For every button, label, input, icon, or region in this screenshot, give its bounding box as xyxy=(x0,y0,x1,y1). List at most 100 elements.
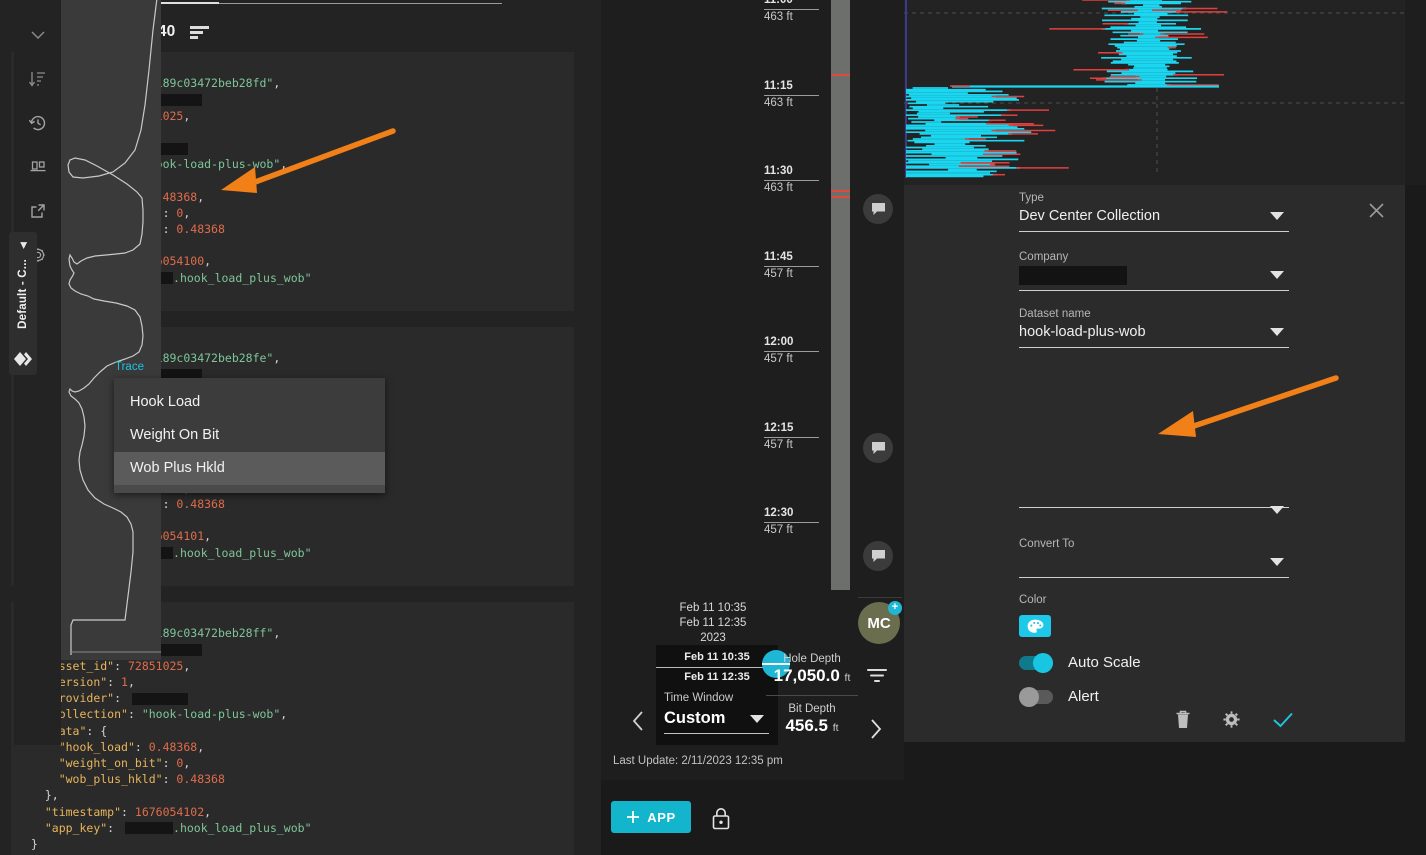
plus-icon xyxy=(627,811,640,823)
axis-tick-time: 11:00 xyxy=(764,0,793,6)
company-field[interactable]: Company xyxy=(1019,250,1289,291)
caret-down-icon[interactable] xyxy=(1270,506,1284,515)
json-line: "provider": xyxy=(11,690,574,706)
axis-tick: 12:30 457 ft xyxy=(764,507,822,537)
history-icon[interactable] xyxy=(25,110,51,136)
hidden-field[interactable] xyxy=(1019,485,1289,514)
caret-right-icon: ◀ xyxy=(17,242,28,249)
depth-trace-chart[interactable] xyxy=(61,0,161,660)
time-window-control[interactable]: Feb 11 10:35 Feb 11 12:35 Time Window Cu… xyxy=(656,645,778,745)
avatar-add-badge[interactable]: + xyxy=(888,601,902,615)
divider xyxy=(664,733,769,734)
comment-bubble-icon[interactable] xyxy=(863,541,893,571)
redacted-value xyxy=(125,822,174,835)
filter-icon[interactable] xyxy=(866,668,888,684)
json-line: } xyxy=(31,836,38,851)
caret-down-icon[interactable] xyxy=(750,715,764,724)
alert-row: Alert xyxy=(1019,686,1099,707)
bit-depth-label: Bit Depth xyxy=(788,703,836,715)
last-update-text: Last Update: 2/11/2023 12:35 pm xyxy=(613,755,783,767)
divider xyxy=(766,695,858,696)
export-icon[interactable] xyxy=(25,198,51,224)
axis-tick: 11:00 463 ft xyxy=(764,0,822,24)
trace-option[interactable]: Weight On Bit xyxy=(114,419,385,452)
chevron-left-icon[interactable] xyxy=(630,710,646,732)
app-root: Query Results: 1 - 40 { "_id": "6453c018… xyxy=(0,0,1426,855)
time-range-readout: Feb 11 10:35 Feb 11 12:35 2023 xyxy=(664,598,762,645)
alert-toggle[interactable] xyxy=(1019,686,1053,707)
json-line: "app_key": .hook_load_plus_wob" xyxy=(44,820,312,835)
redacted-value xyxy=(1019,265,1127,285)
time-window-value[interactable]: Custom xyxy=(664,709,725,728)
close-icon[interactable] xyxy=(1368,202,1385,219)
type-field[interactable]: Type Dev Center Collection xyxy=(1019,191,1289,232)
check-icon[interactable] xyxy=(1272,711,1294,729)
axis-tick-rule xyxy=(764,94,819,96)
axis-tick-rule xyxy=(764,436,819,438)
dataset-name-field[interactable]: Dataset name hook-load-plus-wob xyxy=(1019,307,1289,348)
axis-tick-rule xyxy=(764,9,819,10)
json-line: "timestamp": 1676054102, xyxy=(44,804,212,819)
axis-tick-time: 11:30 xyxy=(764,165,793,177)
comment-bubble-icon[interactable] xyxy=(863,194,893,224)
json-line: "weight_on_bit": 0, xyxy=(58,755,191,770)
divider xyxy=(1019,577,1289,578)
gear-icon[interactable] xyxy=(1222,710,1241,729)
dropdown-footer xyxy=(114,485,385,493)
hole-depth-label: Hole Depth xyxy=(783,653,841,665)
auto-scale-label: Auto Scale xyxy=(1068,654,1141,671)
auto-scale-row: Auto Scale xyxy=(1019,652,1141,673)
caret-down-icon[interactable] xyxy=(1270,271,1284,280)
axis-tick-depth: 457 ft xyxy=(764,267,793,280)
right-gutter xyxy=(1405,185,1426,742)
axis-tick-time: 11:45 xyxy=(764,250,793,263)
json-line: }, xyxy=(44,788,59,803)
dataset-name-value: hook-load-plus-wob xyxy=(1019,324,1146,340)
time-window-label: Time Window xyxy=(664,692,734,704)
trace-option[interactable]: Wob Plus Hkld xyxy=(114,452,385,485)
company-value xyxy=(1019,264,1289,286)
axis-tick-depth: 457 ft xyxy=(764,438,793,451)
sort-ascending-icon[interactable] xyxy=(25,66,51,92)
waveform-plot[interactable] xyxy=(904,0,1426,185)
caret-down-icon[interactable] xyxy=(1270,212,1284,221)
add-app-button[interactable]: APP xyxy=(611,801,691,833)
trace-dropdown-menu[interactable]: Hook Load Weight On Bit Wob Plus Hkld xyxy=(114,378,385,493)
right-edge-strip xyxy=(1405,0,1426,185)
chevron-right-icon[interactable] xyxy=(868,718,884,740)
activity-band xyxy=(831,0,850,590)
dataset-name-label: Dataset name xyxy=(1019,308,1091,320)
input-underline-active xyxy=(154,2,219,4)
caret-down-icon[interactable] xyxy=(1270,328,1284,337)
convert-to-field[interactable]: Convert To xyxy=(1019,537,1289,578)
sort-descending-icon[interactable] xyxy=(190,25,210,39)
axis-tick-rule xyxy=(764,180,819,181)
color-swatch-button[interactable] xyxy=(1019,615,1051,637)
compare-icon[interactable] xyxy=(25,154,51,180)
trace-option[interactable]: Hook Load xyxy=(114,386,385,419)
alert-marker xyxy=(831,74,850,76)
type-label: Type xyxy=(1019,192,1044,204)
company-label: Company xyxy=(1019,251,1069,263)
lock-icon[interactable] xyxy=(710,806,732,831)
palette-icon xyxy=(1027,619,1043,633)
dashboard-tab-default[interactable]: ◀ Default - C... xyxy=(9,232,37,375)
auto-scale-toggle[interactable] xyxy=(1019,652,1053,673)
trash-icon[interactable] xyxy=(1175,710,1191,729)
json-line: "version": 1, xyxy=(44,674,135,689)
json-line: "hook_load": 0.48368, xyxy=(58,739,205,754)
time-window-end: Feb 11 12:35 xyxy=(684,671,750,683)
axis-tick-depth: 463 ft xyxy=(764,11,793,23)
json-line: "wob_plus_hkld": 0.48368 xyxy=(58,772,225,787)
hole-depth-unit: ft xyxy=(844,672,851,684)
trace-settings-panel: Type Dev Center Collection Company Datas… xyxy=(904,185,1405,742)
caret-down-icon[interactable] xyxy=(1270,558,1284,567)
axis-tick-time: 11:15 xyxy=(764,79,793,92)
bit-depth-unit: ft xyxy=(832,722,839,734)
avatar[interactable]: MC + xyxy=(858,601,902,644)
chevron-down-icon[interactable] xyxy=(25,22,51,48)
time-range-year: 2023 xyxy=(700,632,726,644)
comment-bubble-icon[interactable] xyxy=(863,433,893,463)
divider xyxy=(1019,507,1289,508)
add-app-label: APP xyxy=(647,809,676,825)
